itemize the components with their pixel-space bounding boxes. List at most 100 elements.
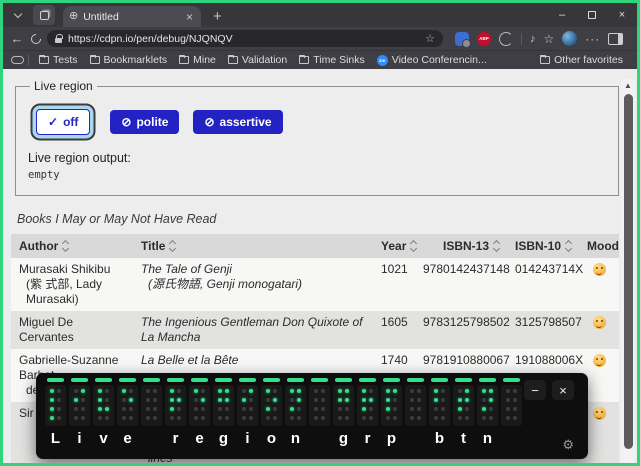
braille-cell[interactable]: v [93, 378, 114, 452]
pill-bookmark-icon[interactable] [11, 56, 24, 64]
braille-cell[interactable]: g [213, 378, 234, 452]
braille-cell[interactable]: i [69, 378, 90, 452]
polite-button[interactable]: ⊘ polite [110, 110, 180, 134]
column-header-title[interactable]: Title [133, 234, 373, 258]
cursor-routing-bar[interactable] [119, 378, 136, 382]
sort-arrows-icon[interactable] [169, 239, 177, 253]
adblock-plus-icon[interactable]: ABP [477, 31, 491, 46]
sort-arrows-icon[interactable] [492, 239, 501, 253]
sort-arrows-icon[interactable] [410, 239, 418, 253]
braille-cell[interactable]: n [285, 378, 306, 452]
tab-search-button[interactable] [7, 5, 29, 25]
braille-dot [273, 389, 277, 393]
bookmark-item[interactable]: Tests [33, 54, 84, 66]
new-tab-button[interactable]: + [211, 9, 224, 24]
bookmark-item[interactable]: zm Video Conferencin... [371, 54, 493, 66]
braille-cell[interactable]: b [429, 378, 450, 452]
braille-dot [98, 389, 102, 393]
bookmark-item[interactable]: Mine [173, 54, 222, 66]
column-header-isbn-10[interactable]: ISBN-10 [507, 234, 579, 258]
sidebar-toggle-icon[interactable] [608, 32, 624, 45]
braille-cell[interactable] [309, 378, 330, 452]
workspaces-button[interactable] [33, 5, 55, 25]
cursor-routing-bar[interactable] [503, 378, 520, 382]
column-header-isbn-13[interactable]: ISBN-13 [415, 234, 507, 258]
assertive-button[interactable]: ⊘ assertive [193, 110, 283, 134]
braille-minimize-button[interactable]: − [524, 380, 546, 400]
braille-cell[interactable]: g [333, 378, 354, 452]
braille-dot [129, 389, 133, 393]
braille-cell[interactable]: r [165, 378, 186, 452]
bookmark-item[interactable]: Time Sinks [293, 54, 371, 66]
cursor-routing-bar[interactable] [479, 378, 496, 382]
scroll-up-arrow[interactable]: ▲ [621, 79, 635, 93]
back-button[interactable]: ← [9, 32, 25, 45]
cursor-routing-bar[interactable] [335, 378, 352, 382]
media-extension-icon[interactable]: ♪ [530, 33, 536, 45]
braille-cell[interactable]: n [477, 378, 498, 452]
braille-cell[interactable]: o [261, 378, 282, 452]
cursor-routing-bar[interactable] [383, 378, 400, 382]
braille-cell[interactable]: e [117, 378, 138, 452]
braille-settings-gear-icon[interactable]: ⚙ [562, 438, 574, 451]
reload-button[interactable] [28, 31, 44, 46]
favorite-star-icon[interactable]: ☆ [425, 32, 435, 45]
more-menu-button[interactable]: ··· [585, 32, 600, 46]
vertical-scrollbar[interactable]: ▲ ▼ [621, 79, 635, 463]
off-button[interactable]: ✓ off [36, 109, 91, 135]
column-header-mood[interactable]: Mood [579, 234, 631, 258]
table-row: Miguel De Cervantes The Ingenious Gentlem… [11, 311, 619, 349]
braille-close-button[interactable]: × [552, 380, 574, 400]
other-favorites-button[interactable]: Other favorites [534, 54, 629, 66]
braille-cell[interactable] [141, 378, 162, 452]
cursor-routing-bar[interactable] [455, 378, 472, 382]
extension-icon-circular[interactable] [499, 31, 513, 46]
tab-close-icon[interactable]: × [184, 11, 195, 23]
column-header-author[interactable]: Author [11, 234, 133, 258]
cursor-routing-bar[interactable] [95, 378, 112, 382]
braille-cell[interactable]: e [189, 378, 210, 452]
braille-dot [441, 416, 445, 420]
cursor-routing-bar[interactable] [407, 378, 424, 382]
cursor-routing-bar[interactable] [359, 378, 376, 382]
cursor-routing-bar[interactable] [191, 378, 208, 382]
cursor-routing-bar[interactable] [263, 378, 280, 382]
extension-icon-blue[interactable] [455, 31, 471, 48]
sort-arrows-icon[interactable] [564, 239, 573, 253]
sort-arrows-icon[interactable] [62, 239, 70, 253]
cursor-routing-bar[interactable] [143, 378, 160, 382]
braille-cell[interactable] [405, 378, 426, 452]
braille-cell[interactable]: r [357, 378, 378, 452]
close-window-button[interactable]: × [607, 3, 637, 27]
braille-cell[interactable]: L [45, 378, 66, 452]
braille-cell[interactable]: p [381, 378, 402, 452]
collections-star-icon[interactable]: ☆ [544, 32, 555, 46]
cursor-routing-bar[interactable] [239, 378, 256, 382]
scrollbar-thumb[interactable] [623, 94, 633, 449]
cursor-routing-bar[interactable] [167, 378, 184, 382]
address-bar[interactable]: https://cdpn.io/pen/debug/NJQNQV ☆ [47, 30, 443, 47]
column-header-year[interactable]: Year [373, 234, 418, 258]
scroll-down-arrow[interactable]: ▼ [621, 459, 635, 463]
url-text[interactable]: https://cdpn.io/pen/debug/NJQNQV [68, 33, 419, 45]
braille-dot-grid [45, 384, 66, 426]
folder-icon [89, 54, 100, 64]
minimize-button[interactable]: – [547, 3, 577, 27]
cursor-routing-bar[interactable] [47, 378, 64, 382]
tab-untitled[interactable]: ⊕ Untitled × [63, 6, 201, 27]
braille-cell[interactable] [501, 378, 522, 452]
braille-cell[interactable]: t [453, 378, 474, 452]
cursor-routing-bar[interactable] [431, 378, 448, 382]
braille-dot [50, 398, 54, 402]
braille-cell[interactable]: i [237, 378, 258, 452]
bookmark-item[interactable]: Bookmarklets [84, 54, 174, 66]
cursor-routing-bar[interactable] [311, 378, 328, 382]
cursor-routing-bar[interactable] [287, 378, 304, 382]
profile-avatar[interactable] [562, 31, 578, 46]
cursor-routing-bar[interactable] [215, 378, 232, 382]
zoom-favicon: zm [376, 54, 388, 66]
bookmark-item[interactable]: Validation [222, 54, 293, 66]
braille-dot [410, 389, 414, 393]
cursor-routing-bar[interactable] [71, 378, 88, 382]
maximize-button[interactable] [577, 3, 607, 27]
